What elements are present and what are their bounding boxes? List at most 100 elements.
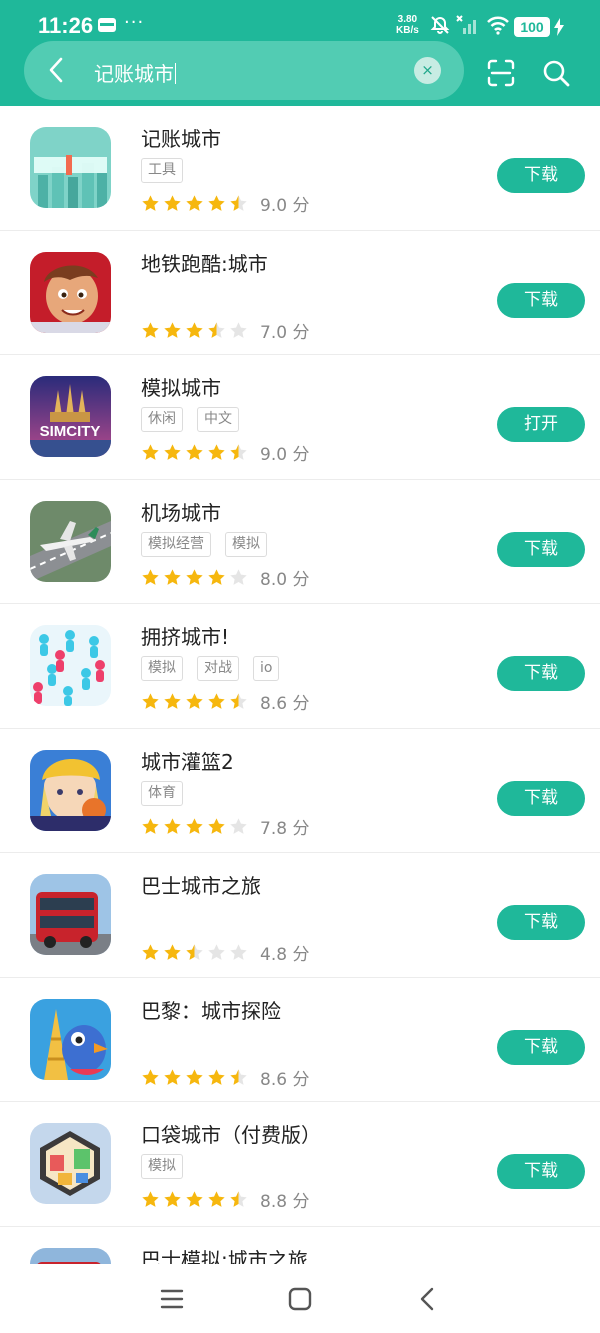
download-button[interactable]: 下载	[497, 158, 585, 193]
signal-icon	[456, 15, 476, 34]
app-tag: io	[253, 656, 280, 681]
back-icon[interactable]	[411, 1282, 445, 1316]
star-rating	[141, 568, 248, 587]
app-tag: 工具	[141, 158, 183, 183]
download-button[interactable]: 下载	[497, 1029, 585, 1065]
download-button[interactable]: 下载	[497, 531, 585, 567]
app-rating: 7.0 分	[141, 318, 309, 343]
star-rating	[141, 1068, 248, 1087]
star-icon	[230, 195, 247, 211]
net-speed-unit: KB/s	[396, 25, 419, 36]
app-score: 7.0 分	[260, 322, 310, 343]
app-score: 4.8 分	[260, 945, 310, 965]
star-icon	[142, 568, 159, 585]
menu-icon[interactable]	[155, 1282, 189, 1316]
status-time: 11:26	[38, 13, 94, 38]
star-rating	[141, 692, 248, 711]
app-list-item[interactable]: 巴黎：城市探险 8.6 分 下载	[0, 978, 600, 1102]
app-list-item[interactable]: 拥挤城市! 模拟 对战 io 8.6 分 下载	[0, 604, 600, 729]
star-icon	[186, 817, 203, 834]
bus-city-icon	[30, 874, 111, 955]
airport-city-icon	[30, 500, 111, 582]
open-button[interactable]: 打开	[497, 407, 585, 442]
search-bar[interactable]: 记账城市 ×	[24, 41, 464, 100]
app-name: 城市灌篮2	[141, 749, 234, 774]
paris-adventure-icon	[30, 998, 111, 1080]
app-name: 模拟城市	[141, 376, 221, 400]
scan-icon[interactable]	[486, 58, 516, 88]
app-name: 巴黎：城市探险	[141, 998, 281, 1023]
download-button[interactable]: 下载	[497, 1154, 585, 1189]
back-arrow-icon[interactable]	[42, 55, 72, 85]
star-icon	[142, 321, 159, 338]
star-icon	[208, 817, 225, 834]
app-list-item[interactable]: 口袋城市（付费版） 模拟 8.8 分 下载	[0, 1102, 600, 1227]
star-icon	[230, 568, 247, 585]
app-list-item[interactable]: 巴士模拟:城市之旅	[0, 1227, 600, 1265]
simcity-logo-text: SIMCITY	[40, 423, 101, 440]
star-icon	[230, 444, 247, 460]
star-icon	[208, 444, 225, 460]
star-icon	[208, 195, 225, 211]
wallet-notification-icon	[98, 18, 116, 32]
app-name: 巴士模拟:城市之旅	[141, 1247, 308, 1265]
simcity-icon: SIMCITY	[30, 376, 111, 457]
app-score: 9.0 分	[260, 445, 310, 465]
search-icon[interactable]	[541, 58, 571, 88]
app-name: 口袋城市（付费版）	[141, 1123, 321, 1147]
star-icon	[230, 1068, 247, 1085]
app-score: 9.0 分	[260, 196, 310, 216]
download-button[interactable]: 下载	[497, 282, 585, 318]
app-tag: 模拟	[141, 1154, 183, 1179]
city-dunk-icon	[30, 749, 111, 831]
app-rating: 9.0 分	[141, 440, 309, 465]
download-button[interactable]: 下载	[497, 905, 585, 940]
star-icon	[230, 1191, 247, 1207]
app-list-item[interactable]: 城市灌篮2 体育 7.8 分 下载	[0, 729, 600, 853]
status-bar: 11:26 ··· 3.80 KB/s 100	[0, 0, 600, 44]
crowd-city-icon	[30, 625, 111, 706]
net-speed-value: 3.80	[397, 14, 418, 25]
app-name: 机场城市	[141, 500, 221, 525]
wifi-icon	[487, 16, 509, 35]
app-list-item[interactable]: 地铁跑酷:城市 7.0 分 下载	[0, 231, 600, 355]
star-icon	[230, 817, 247, 834]
star-icon	[142, 195, 159, 211]
app-rating: 8.6 分	[141, 1065, 309, 1090]
app-score: 8.0 分	[260, 569, 310, 590]
app-score: 7.8 分	[260, 818, 310, 839]
star-icon	[164, 444, 181, 460]
star-icon	[186, 1191, 203, 1207]
bell-muted-icon	[430, 16, 450, 34]
app-list-item[interactable]: 巴士城市之旅 4.8 分 下载	[0, 853, 600, 978]
download-button[interactable]: 下载	[497, 780, 585, 816]
clear-search-button[interactable]: ×	[414, 57, 441, 84]
search-results-list[interactable]: 记账城市 工具 9.0 分 下载 地铁跑酷:城市 7.0 分 下载 SIMCIT…	[0, 106, 600, 1264]
app-tags: 体育	[141, 780, 197, 806]
download-button[interactable]: 下载	[497, 656, 585, 691]
app-tag: 中文	[197, 407, 239, 432]
app-name: 拥挤城市!	[141, 625, 230, 649]
star-icon	[142, 817, 159, 834]
app-list-item[interactable]: 记账城市 工具 9.0 分 下载	[0, 106, 600, 231]
star-icon	[208, 1191, 225, 1207]
star-rating	[141, 194, 248, 213]
star-icon	[186, 693, 203, 709]
search-input[interactable]: 记账城市	[94, 58, 176, 87]
app-header: 11:26 ··· 3.80 KB/s 100 记账城市 ×	[0, 0, 600, 106]
pocket-city-icon	[30, 1123, 111, 1204]
app-name: 巴士城市之旅	[141, 874, 261, 898]
app-rating: 9.0 分	[141, 191, 309, 216]
app-rating: 7.8 分	[141, 814, 309, 839]
star-icon	[142, 1068, 159, 1085]
app-list-item[interactable]: 机场城市 模拟经营 模拟 8.0 分 下载	[0, 480, 600, 604]
bus-sim-icon	[30, 1247, 111, 1264]
app-rating: 8.6 分	[141, 689, 309, 714]
app-score: 8.6 分	[260, 1069, 310, 1090]
star-rating	[141, 1190, 248, 1209]
app-name: 记账城市	[141, 127, 221, 151]
home-icon[interactable]	[283, 1282, 317, 1316]
app-list-item[interactable]: SIMCITY 模拟城市 休闲 中文 9.0 分 打开	[0, 355, 600, 480]
star-icon	[164, 321, 181, 338]
app-tag: 模拟	[225, 531, 267, 557]
